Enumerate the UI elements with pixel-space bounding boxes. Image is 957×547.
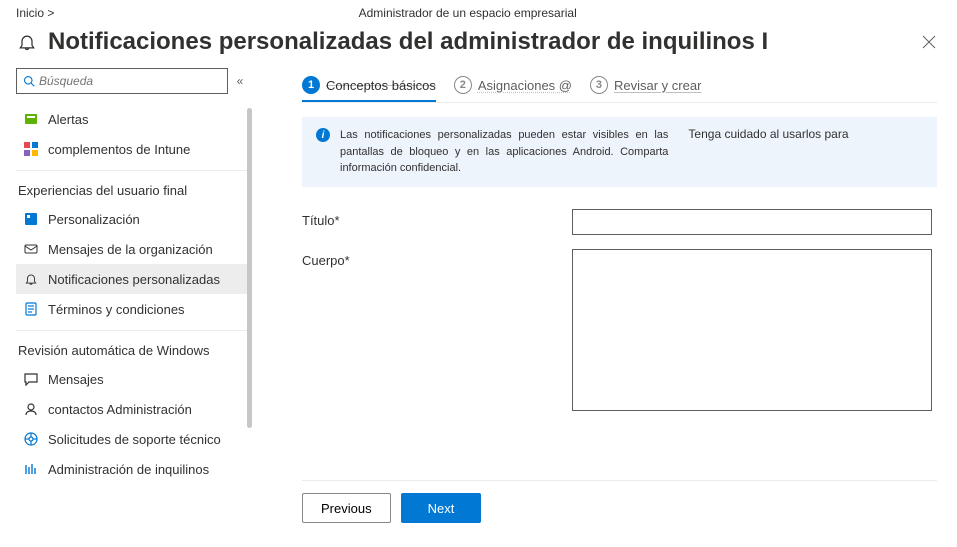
- search-icon: [23, 75, 35, 87]
- sidebar: « Alertas complementos de Intune Experie…: [0, 68, 252, 535]
- sidebar-item-label: Notificaciones personalizadas: [48, 272, 220, 287]
- info-banner-text-right: Tenga cuidado al usarlos para: [678, 127, 923, 141]
- terms-icon: [22, 300, 40, 318]
- step-number-badge: 1: [302, 76, 320, 94]
- sidebar-item-label: complementos de Intune: [48, 142, 190, 157]
- sidebar-item-notificaciones[interactable]: Notificaciones personalizadas: [16, 264, 252, 294]
- next-button[interactable]: Next: [401, 493, 482, 523]
- step-review[interactable]: 3 Revisar y crear: [590, 76, 701, 100]
- org-messages-icon: [22, 240, 40, 258]
- stepper: 1 Conceptos básicos 2 Asignaciones @ 3 R…: [302, 76, 937, 103]
- page-title: Notificaciones personalizadas del admini…: [48, 28, 917, 56]
- step-basics[interactable]: 1 Conceptos básicos: [302, 76, 436, 102]
- step-label: Revisar y crear: [614, 78, 701, 93]
- contact-icon: [22, 400, 40, 418]
- breadcrumb[interactable]: Inicio >: [16, 6, 54, 20]
- addons-icon: [22, 140, 40, 158]
- search-input[interactable]: [39, 74, 221, 88]
- sidebar-item-mensajes-org[interactable]: Mensajes de la organización: [16, 234, 252, 264]
- sidebar-item-label: Administración de inquilinos: [48, 462, 209, 477]
- sidebar-item-label: Mensajes de la organización: [48, 242, 213, 257]
- sidebar-item-label: Solicitudes de soporte técnico: [48, 432, 221, 447]
- sidebar-item-personalizacion[interactable]: Personalización: [16, 204, 252, 234]
- title-label: Título*: [302, 209, 572, 235]
- customization-icon: [22, 210, 40, 228]
- sidebar-item-soporte[interactable]: Solicitudes de soporte técnico: [16, 424, 252, 454]
- close-button[interactable]: [917, 30, 941, 54]
- tenant-admin-icon: [22, 460, 40, 478]
- section-header-experiencias: Experiencias del usuario final: [16, 170, 252, 204]
- collapse-sidebar-button[interactable]: «: [228, 74, 252, 88]
- step-label: Conceptos básicos: [326, 78, 436, 93]
- sidebar-item-complementos[interactable]: complementos de Intune: [16, 134, 252, 164]
- footer: Previous Next: [302, 480, 937, 535]
- step-number-badge: 2: [454, 76, 472, 94]
- body-label: Cuerpo*: [302, 249, 572, 414]
- sidebar-item-admin-inquilinos[interactable]: Administración de inquilinos: [16, 454, 252, 484]
- info-banner-text: Las notificaciones personalizadas pueden…: [340, 127, 668, 177]
- support-icon: [22, 430, 40, 448]
- sidebar-item-terminos[interactable]: Términos y condiciones: [16, 294, 252, 324]
- sidebar-item-mensajes[interactable]: Mensajes: [16, 364, 252, 394]
- content-pane: 1 Conceptos básicos 2 Asignaciones @ 3 R…: [252, 68, 957, 535]
- info-banner: i Las notificaciones personalizadas pued…: [302, 117, 937, 187]
- step-assignments[interactable]: 2 Asignaciones @: [454, 76, 572, 100]
- bell-small-icon: [22, 270, 40, 288]
- info-icon: i: [316, 128, 330, 142]
- sidebar-item-alertas[interactable]: Alertas: [16, 104, 252, 134]
- section-header-revision: Revisión automática de Windows: [16, 330, 252, 364]
- alerts-icon: [22, 110, 40, 128]
- sidebar-item-label: Mensajes: [48, 372, 104, 387]
- step-label: Asignaciones @: [478, 78, 572, 93]
- tenant-label: Administrador de un espacio empresarial: [54, 6, 881, 20]
- sidebar-item-label: contactos Administración: [48, 402, 192, 417]
- sidebar-item-label: Términos y condiciones: [48, 302, 185, 317]
- bell-icon: [16, 31, 38, 53]
- title-input[interactable]: [572, 209, 932, 235]
- search-box[interactable]: [16, 68, 228, 94]
- messages-icon: [22, 370, 40, 388]
- sidebar-item-label: Personalización: [48, 212, 140, 227]
- sidebar-item-label: Alertas: [48, 112, 88, 127]
- step-number-badge: 3: [590, 76, 608, 94]
- previous-button[interactable]: Previous: [302, 493, 391, 523]
- body-textarea[interactable]: [572, 249, 932, 411]
- sidebar-item-contactos[interactable]: contactos Administración: [16, 394, 252, 424]
